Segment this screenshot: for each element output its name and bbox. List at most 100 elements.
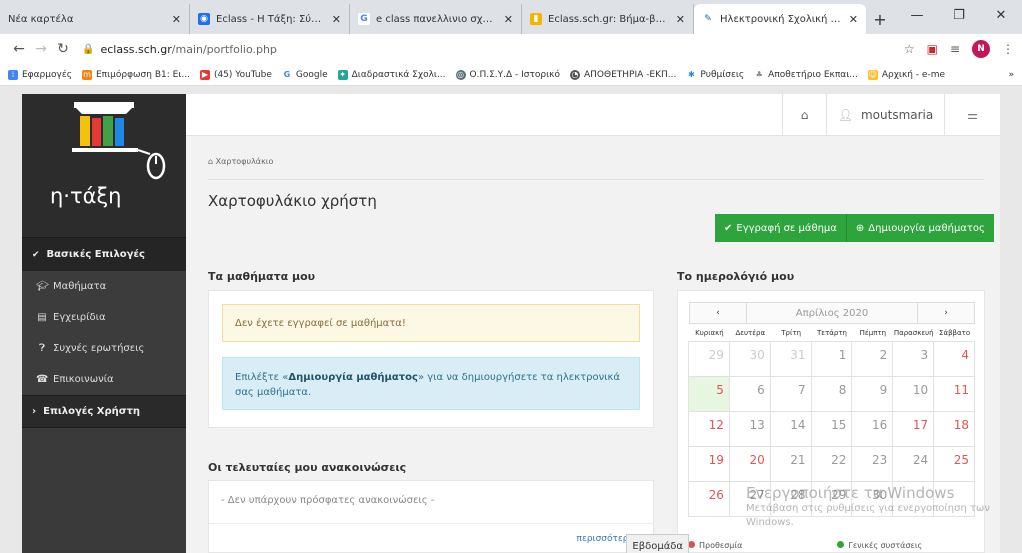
sidebar-item-contact[interactable]: ☎ Επικοινωνία — [22, 364, 186, 395]
close-icon[interactable]: ✕ — [332, 13, 341, 26]
register-course-button[interactable]: ✔ Εγγραφή σε μάθημα — [715, 214, 846, 242]
calendar-day[interactable]: 20 — [728, 446, 771, 482]
create-course-link[interactable]: Δημιουργία μαθήματος — [288, 372, 418, 383]
maximize-icon[interactable]: ❐ — [938, 0, 980, 30]
calendar-day[interactable]: 26 — [688, 481, 730, 517]
sidebar: η·τάξη ✔ Βασικές Επιλογές 🎓︎ Μαθήματα ▤ … — [22, 94, 186, 553]
calendar-day[interactable]: 24 — [892, 446, 935, 482]
opsyd-icon: ◎ — [455, 69, 466, 80]
week-tooltip: Εβδομάδα 17 — [626, 534, 689, 553]
calendar-day[interactable]: 30 — [728, 341, 771, 377]
browser-tab-active[interactable]: ✎ Ηλεκτρονική Σχολική Τάξη (η- ✕ — [694, 4, 866, 34]
calendar-day[interactable]: 15 — [810, 411, 853, 447]
calendar-prev-button[interactable]: ‹ — [690, 303, 746, 323]
create-course-info: Επιλέξτε «Δημιουργία μαθήματος» για να δ… — [222, 357, 640, 410]
calendar-day[interactable]: 1 — [810, 341, 853, 377]
calendar-day[interactable]: 13 — [728, 411, 771, 447]
browser-tab[interactable]: G e class πανελλινιο σχολικο δικ ✕ — [350, 4, 522, 34]
eclass-icon: ✎ — [702, 13, 714, 25]
forward-icon[interactable]: → — [30, 41, 52, 57]
reload-icon[interactable]: ↻ — [52, 41, 74, 57]
bookmark-item[interactable]: ✱ Ρυθμίσεις — [686, 70, 744, 80]
sidebar-section-user[interactable]: › Επιλογές Χρήστη — [22, 395, 186, 428]
calendar-week-row: 29 30 31 1 2 3 4 — [688, 341, 976, 377]
sidebar-section-basic[interactable]: ✔ Βασικές Επιλογές — [22, 237, 186, 271]
check-icon: ✔ — [724, 222, 733, 234]
calendar-day[interactable]: 10 — [892, 376, 935, 412]
calendar-day[interactable]: 9 — [851, 376, 894, 412]
calendar-week-row: 5 6 7 8 9 10 11 — [688, 376, 976, 412]
calendar-day[interactable]: 21 — [769, 446, 812, 482]
bookmark-item[interactable]: ☺ Αρχική - e-me — [867, 69, 945, 80]
calendar-day[interactable]: 11 — [933, 376, 976, 412]
browser-tab[interactable]: ◉ Eclass - Η Τάξη: Σύνδεση μαθητ ✕ — [190, 4, 350, 34]
calendar-day[interactable]: 22 — [810, 446, 853, 482]
calendar-day[interactable]: 19 — [688, 446, 730, 482]
calendar-day[interactable]: 6 — [728, 376, 771, 412]
browser-tab[interactable]: ▮ Eclass.sch.gr: Βήμα-βήμα η σύν ✕ — [522, 4, 694, 34]
sidebar-item-faq[interactable]: ❓︎ Συχνές ερωτήσεις — [22, 333, 186, 364]
menu-icon[interactable]: ⋮ — [1002, 42, 1014, 56]
calendar-day[interactable]: 18 — [933, 411, 976, 447]
breadcrumb: ⌂ Χαρτοφυλάκιο — [208, 157, 274, 166]
courses-heading: Τα μαθήματα μου — [208, 270, 316, 283]
calendar-day[interactable]: 8 — [810, 376, 853, 412]
calendar-day[interactable]: 25 — [933, 446, 976, 482]
calendar-month[interactable]: Απρίλιος 2020 — [746, 303, 918, 323]
calendar-day[interactable]: 29 — [688, 341, 730, 377]
profile-avatar[interactable]: N — [972, 40, 990, 58]
tab-title: Ηλεκτρονική Σχολική Τάξη (η- — [720, 13, 843, 25]
calendar-weekday: Δευτέρα — [735, 329, 766, 337]
page-viewport: η·τάξη ✔ Βασικές Επιλογές 🎓︎ Μαθήματα ▤ … — [0, 86, 1022, 553]
calendar-day[interactable]: 23 — [851, 446, 894, 482]
calendar-weekdays: Κυριακή Δευτέρα Τρίτη Τετάρτη Πέμπτη Παρασκευ… — [689, 324, 975, 342]
bookmark-item[interactable]: ✦ Διαδραστικά Σχολι... — [337, 69, 446, 80]
bookmark-item[interactable]: G Google — [282, 70, 328, 80]
bookmark-item[interactable]: ▶ (45) YouTube — [199, 69, 272, 80]
close-icon[interactable]: ✕ — [849, 13, 858, 26]
sidebar-item-courses[interactable]: 🎓︎ Μαθήματα — [22, 271, 186, 302]
browser-tab[interactable]: Νέα καρτέλα ✕ — [0, 4, 190, 34]
bookmarks-overflow[interactable]: » — [1008, 70, 1014, 80]
close-icon[interactable]: ✕ — [676, 13, 685, 26]
new-tab-button[interactable]: + — [866, 4, 894, 34]
sidebar-item-manuals[interactable]: ▤ Εγχειρίδια — [22, 302, 186, 333]
close-icon[interactable]: ✕ — [172, 13, 181, 26]
minimize-icon[interactable]: — — [896, 0, 938, 30]
tab-title: Eclass.sch.gr: Βήμα-βήμα η σύν — [548, 13, 670, 25]
announcements-panel: - Δεν υπάρχουν πρόσφατες ανακοινώσεις - … — [208, 480, 654, 553]
user-menu[interactable]: 👤︎ moutsmaria — [826, 94, 944, 136]
close-window-icon[interactable]: ✕ — [980, 0, 1022, 30]
bookmark-item[interactable]: ◔ ΑΠΟΘΕΤΗΡΙΑ -ΕΚΠ... — [570, 69, 676, 80]
close-icon[interactable]: ✕ — [504, 13, 513, 26]
calendar-day[interactable]: 4 — [933, 341, 976, 377]
create-course-button[interactable]: ⊕ Δημιουργία μαθήματος — [845, 214, 994, 242]
calendar-day[interactable]: 17 — [892, 411, 935, 447]
back-icon[interactable]: ← — [8, 41, 30, 57]
calendar-day[interactable]: 7 — [769, 376, 812, 412]
sliders-icon[interactable]: ⚌ — [944, 94, 1000, 136]
home-icon[interactable]: ⌂ — [208, 157, 216, 166]
calendar-day[interactable]: 31 — [769, 341, 812, 377]
calendar-day[interactable]: 2 — [851, 341, 894, 377]
bookmark-item[interactable]: ⁞ Εφαρμογές — [8, 69, 72, 80]
star-icon[interactable]: ☆ — [904, 42, 915, 56]
calendar-weekday: Κυριακή — [695, 329, 724, 337]
calendar-day[interactable]: 16 — [851, 411, 894, 447]
eme-icon: ☺ — [867, 69, 878, 80]
calendar-day[interactable]: 14 — [769, 411, 812, 447]
extension-icon[interactable]: ▣ — [927, 42, 938, 56]
calendar-day[interactable]: 12 — [688, 411, 730, 447]
google-icon: G — [283, 70, 291, 79]
calendar-next-button[interactable]: › — [918, 303, 974, 323]
calendar-day[interactable]: 5 — [688, 376, 730, 412]
url-input[interactable]: 🔒 eclass.sch.gr /main/portfolio.php — [82, 38, 896, 60]
bookmark-item[interactable]: ◎ Ο.Π.Σ.Υ.Δ - Ιστορικό — [455, 69, 560, 80]
calendar-day[interactable]: 3 — [892, 341, 935, 377]
bookmark-item[interactable]: ♣ Αποθετήριο Εκπαι... — [754, 70, 858, 80]
site-logo[interactable]: η·τάξη — [22, 94, 186, 237]
home-icon[interactable]: ⌂ — [782, 94, 826, 136]
reading-list-icon[interactable]: ≡ — [950, 42, 960, 56]
apps-icon: ⁞ — [8, 69, 18, 80]
bookmark-item[interactable]: m Επιμόρφωση Β1: Ει... — [81, 69, 190, 80]
